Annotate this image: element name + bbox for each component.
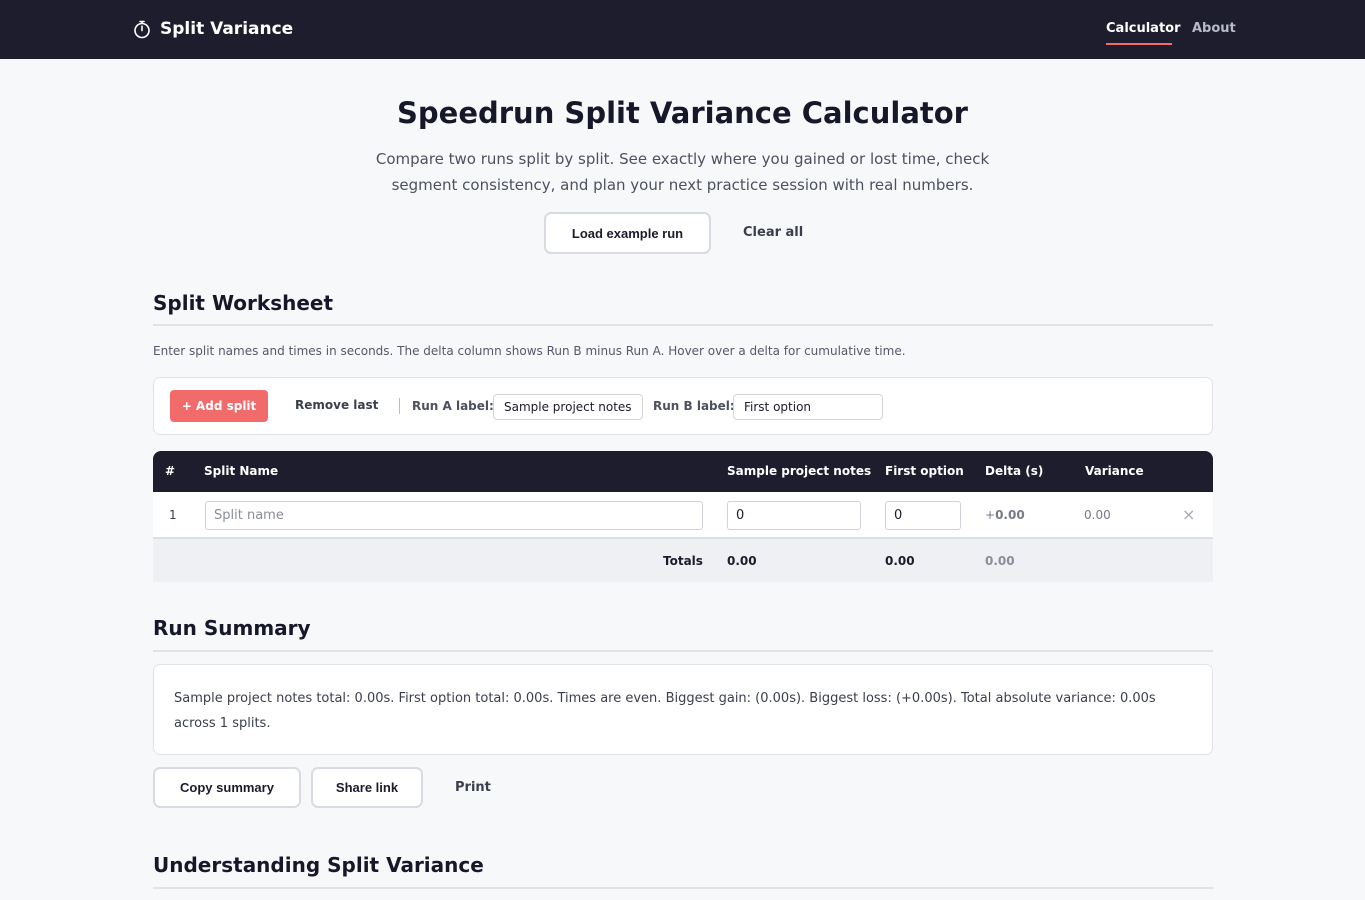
column-header-index: # [165, 464, 176, 478]
column-header-run-b: First option [885, 464, 964, 478]
stopwatch-icon [134, 20, 150, 39]
delta-value[interactable]: +0.00 [985, 508, 1025, 522]
nav-about-link[interactable]: About [1192, 21, 1236, 36]
run-summary-divider [153, 650, 1213, 652]
toolbar-divider [399, 398, 400, 414]
column-header-delta: Delta (s) [985, 464, 1044, 478]
close-icon[interactable]: × [1182, 505, 1195, 524]
nav-calculator-link[interactable]: Calculator [1106, 21, 1181, 36]
table-totals-row: Totals 0.00 0.00 0.00 [153, 539, 1213, 582]
run-summary-title: Run Summary [153, 616, 311, 640]
delta-number: 0.00 [995, 508, 1025, 522]
run-summary-box: Sample project notes total: 0.00s. First… [153, 664, 1213, 755]
run-a-total: 0.00 [727, 554, 757, 568]
understanding-divider [153, 887, 1213, 889]
column-header-variance: Variance [1085, 464, 1144, 478]
variance-total: 0.00 [985, 554, 1015, 568]
table-row: 1 +0.00 0.00 × [153, 492, 1213, 539]
print-button[interactable]: Print [455, 780, 491, 795]
understanding-title: Understanding Split Variance [153, 853, 484, 877]
top-navbar: Split Variance Calculator About [0, 0, 1365, 59]
clear-all-button[interactable]: Clear all [743, 225, 803, 240]
run-a-label-input[interactable] [493, 394, 643, 420]
column-header-split-name: Split Name [204, 464, 279, 478]
totals-label: Totals [663, 554, 703, 568]
run-b-label-input[interactable] [733, 394, 883, 420]
brand-name: Split Variance [160, 19, 294, 39]
add-split-button[interactable]: + Add split [170, 390, 268, 422]
table-header: # Split Name Sample project notes First … [153, 451, 1213, 492]
active-nav-underline [1106, 43, 1172, 45]
variance-value: 0.00 [1084, 508, 1111, 522]
remove-last-button[interactable]: Remove last [295, 398, 378, 412]
run-a-time-input[interactable] [727, 501, 861, 530]
run-b-label-text: Run B label: [653, 399, 735, 413]
share-link-button[interactable]: Share link [311, 767, 423, 808]
copy-summary-button[interactable]: Copy summary [153, 767, 301, 808]
run-a-label-text: Run A label: [412, 399, 494, 413]
run-summary-text: Sample project notes total: 0.00s. First… [174, 691, 1156, 731]
worksheet-toolbar: + Add split Remove last Run A label: Run… [153, 377, 1213, 435]
delta-sign: + [985, 508, 996, 522]
split-name-input[interactable] [205, 501, 703, 530]
worksheet-helper-text: Enter split names and times in seconds. … [153, 344, 906, 358]
worksheet-divider [153, 324, 1213, 326]
load-example-button[interactable]: Load example run [544, 212, 711, 254]
worksheet-title: Split Worksheet [153, 291, 334, 315]
column-header-run-a: Sample project notes [727, 464, 872, 478]
run-b-total: 0.00 [885, 554, 915, 568]
row-index: 1 [169, 508, 177, 522]
run-b-time-input[interactable] [885, 501, 961, 530]
page-subtitle: Compare two runs split by split. See exa… [375, 150, 990, 194]
brand[interactable]: Split Variance [132, 19, 293, 39]
page-title: Speedrun Split Variance Calculator [397, 96, 968, 130]
